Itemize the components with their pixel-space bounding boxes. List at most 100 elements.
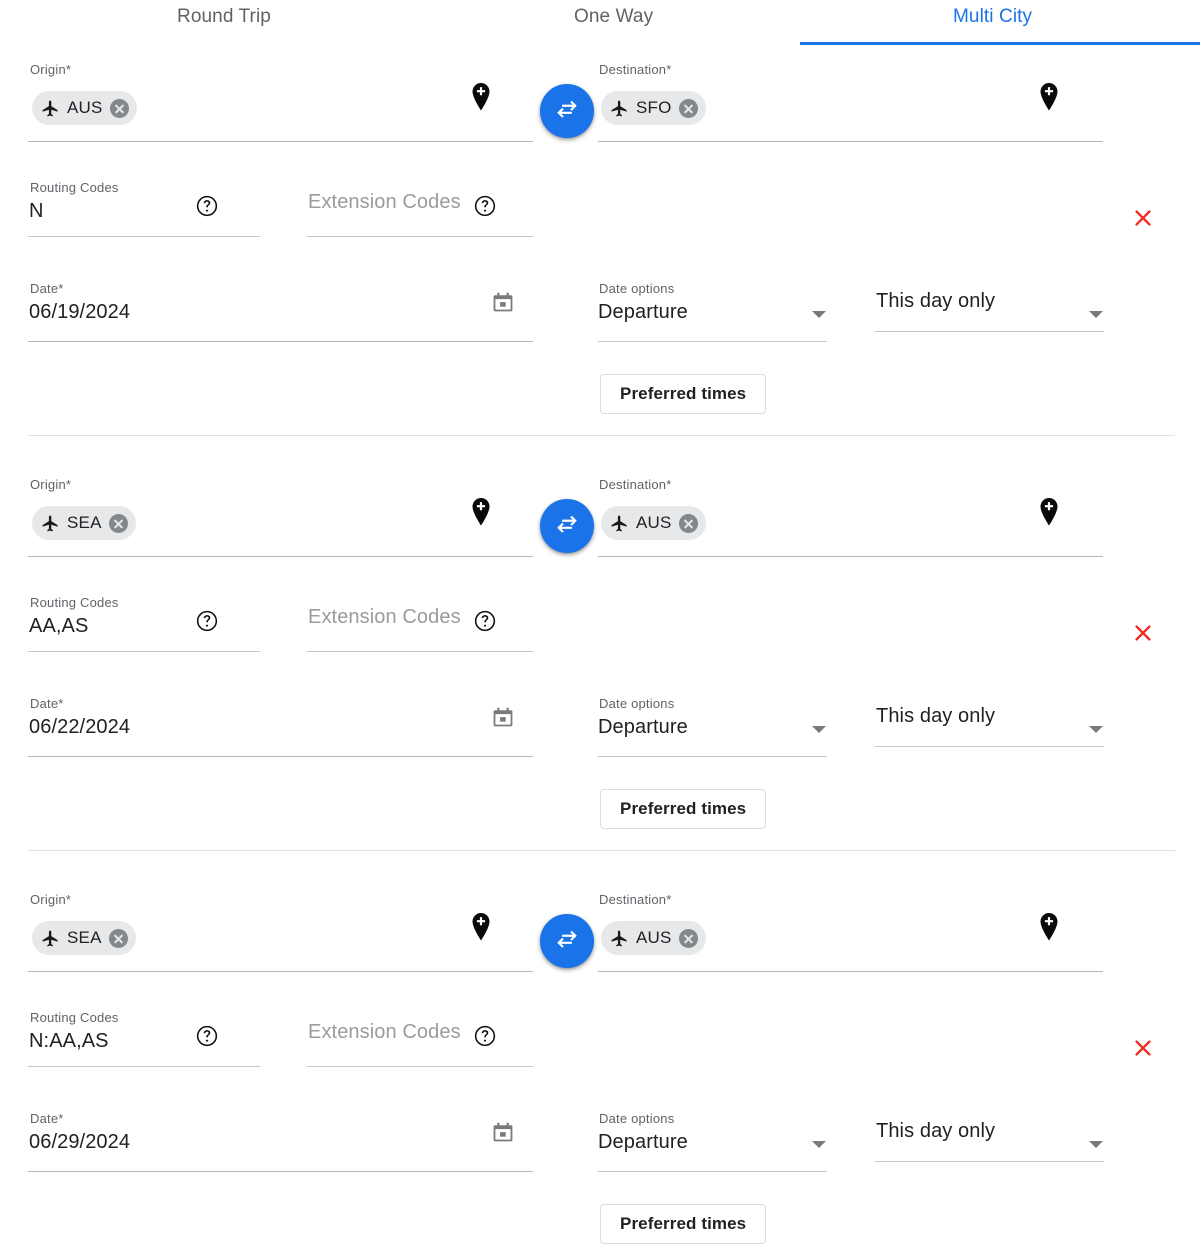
extension-codes-help-circle-icon[interactable] [474, 610, 496, 632]
origin-chip[interactable]: SEA [32, 506, 136, 540]
origin-chip-remove-icon[interactable] [108, 513, 128, 533]
date-calendar-icon[interactable] [491, 1121, 515, 1145]
extension-codes-help-circle-icon[interactable] [474, 195, 496, 217]
routing-codes-underline [28, 236, 260, 237]
segment-divider [28, 850, 1175, 851]
date-options-value[interactable]: Departure [598, 1131, 688, 1154]
origin-label: Origin* [30, 477, 72, 492]
swap-horizontal-icon [554, 511, 580, 542]
destination-chip-remove-icon[interactable] [678, 98, 698, 118]
destination-add-location-pin-icon[interactable] [1037, 912, 1061, 942]
remove-segment-button[interactable] [1132, 207, 1154, 229]
date-options-chevron-down-icon[interactable] [812, 311, 826, 318]
routing-codes-value[interactable]: N:AA,AS [29, 1030, 109, 1053]
swap-horizontal-icon [554, 96, 580, 127]
destination-chip[interactable]: AUS [601, 506, 706, 540]
origin-label: Origin* [30, 62, 72, 77]
origin-chip-label: SEA [67, 513, 102, 532]
date-options-value[interactable]: Departure [598, 716, 688, 739]
preferred-times-button[interactable]: Preferred times [600, 374, 767, 414]
destination-chip-remove-icon[interactable] [678, 928, 698, 948]
date-value[interactable]: 06/29/2024 [29, 1131, 130, 1154]
day-option-underline [875, 1161, 1104, 1162]
origin-chip-remove-icon[interactable] [108, 928, 128, 948]
day-option-value[interactable]: This day only [876, 290, 995, 313]
origin-field-underline [28, 556, 533, 557]
airplane-icon [610, 99, 629, 118]
tab-round-trip[interactable]: Round Trip [177, 6, 271, 28]
remove-segment-button[interactable] [1132, 1037, 1154, 1059]
date-options-value[interactable]: Departure [598, 301, 688, 324]
date-field-underline [28, 756, 533, 757]
date-options-label: Date options [599, 281, 675, 296]
extension-codes-input[interactable]: Extension Codes [308, 1021, 461, 1044]
destination-add-location-pin-icon[interactable] [1037, 82, 1061, 112]
date-options-underline [598, 756, 827, 757]
routing-codes-help-circle-icon[interactable] [196, 195, 218, 217]
date-value[interactable]: 06/19/2024 [29, 301, 130, 324]
destination-chip-remove-icon[interactable] [678, 513, 698, 533]
day-option-value[interactable]: This day only [876, 1120, 995, 1143]
day-option-value[interactable]: This day only [876, 705, 995, 728]
extension-codes-underline [307, 1066, 533, 1067]
routing-codes-help-circle-icon[interactable] [196, 610, 218, 632]
date-options-underline [598, 341, 827, 342]
day-option-underline [875, 746, 1104, 747]
destination-chip-label: AUS [636, 513, 672, 532]
remove-segment-button[interactable] [1132, 622, 1154, 644]
airplane-icon [610, 929, 629, 948]
routing-codes-value[interactable]: N [29, 200, 44, 223]
preferred-times-button[interactable]: Preferred times [600, 1204, 767, 1244]
date-value[interactable]: 06/22/2024 [29, 716, 130, 739]
routing-codes-label: Routing Codes [30, 1010, 119, 1025]
origin-chip[interactable]: AUS [32, 91, 137, 125]
destination-chip[interactable]: AUS [601, 921, 706, 955]
origin-chip[interactable]: SEA [32, 921, 136, 955]
day-option-chevron-down-icon[interactable] [1089, 311, 1103, 318]
day-option-chevron-down-icon[interactable] [1089, 726, 1103, 733]
date-options-label: Date options [599, 1111, 675, 1126]
destination-field-underline [598, 556, 1103, 557]
tab-multi-city[interactable]: Multi City [953, 6, 1032, 28]
day-option-underline [875, 331, 1104, 332]
origin-add-location-pin-icon[interactable] [469, 82, 493, 112]
extension-codes-help-circle-icon[interactable] [474, 1025, 496, 1047]
destination-label: Destination* [599, 892, 672, 907]
routing-codes-label: Routing Codes [30, 180, 119, 195]
origin-chip-remove-icon[interactable] [109, 98, 129, 118]
swap-origin-destination-button[interactable] [540, 84, 594, 138]
extension-codes-input[interactable]: Extension Codes [308, 606, 461, 629]
date-calendar-icon[interactable] [491, 706, 515, 730]
swap-origin-destination-button[interactable] [540, 914, 594, 968]
date-options-label: Date options [599, 696, 675, 711]
date-options-underline [598, 1171, 827, 1172]
extension-codes-input[interactable]: Extension Codes [308, 191, 461, 214]
date-label: Date* [30, 281, 64, 296]
origin-label: Origin* [30, 892, 72, 907]
swap-horizontal-icon [554, 926, 580, 957]
routing-codes-label: Routing Codes [30, 595, 119, 610]
origin-add-location-pin-icon[interactable] [469, 497, 493, 527]
tab-one-way[interactable]: One Way [574, 6, 653, 28]
day-option-chevron-down-icon[interactable] [1089, 1141, 1103, 1148]
routing-codes-value[interactable]: AA,AS [29, 615, 88, 638]
date-label: Date* [30, 696, 64, 711]
origin-field-underline [28, 971, 533, 972]
swap-origin-destination-button[interactable] [540, 499, 594, 553]
destination-field-underline [598, 971, 1103, 972]
destination-label: Destination* [599, 477, 672, 492]
date-options-chevron-down-icon[interactable] [812, 1141, 826, 1148]
date-field-underline [28, 341, 533, 342]
destination-chip[interactable]: SFO [601, 91, 706, 125]
date-calendar-icon[interactable] [491, 291, 515, 315]
origin-add-location-pin-icon[interactable] [469, 912, 493, 942]
preferred-times-button[interactable]: Preferred times [600, 789, 767, 829]
date-options-chevron-down-icon[interactable] [812, 726, 826, 733]
segment-divider [28, 435, 1175, 436]
airplane-icon [41, 929, 60, 948]
airplane-icon [610, 514, 629, 533]
destination-add-location-pin-icon[interactable] [1037, 497, 1061, 527]
routing-codes-help-circle-icon[interactable] [196, 1025, 218, 1047]
routing-codes-underline [28, 651, 260, 652]
airplane-icon [41, 99, 60, 118]
